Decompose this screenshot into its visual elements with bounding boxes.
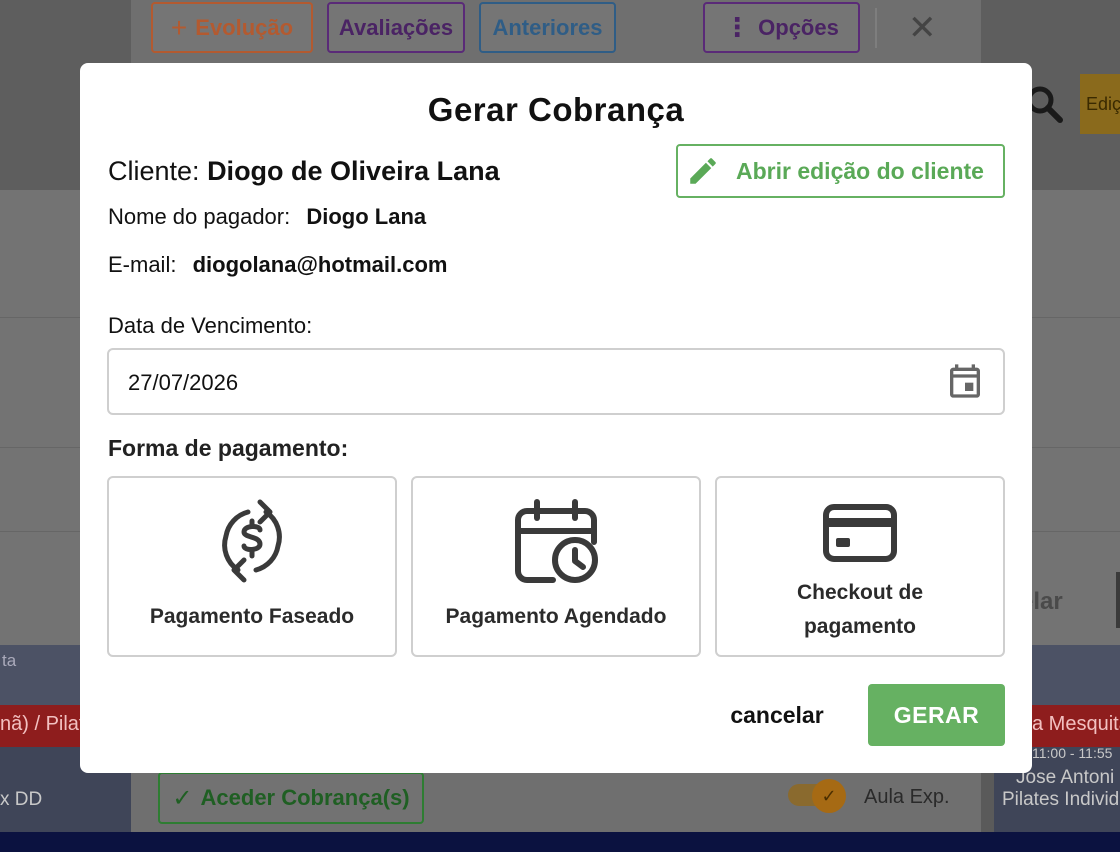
background-footer [0, 832, 1120, 852]
gerar-button[interactable]: GERAR [868, 684, 1005, 746]
background-schedule-event: a Mesquita [1032, 705, 1120, 747]
edicao-button: Ediç [1080, 74, 1120, 134]
due-date-value: 27/07/2026 [128, 370, 239, 395]
cancel-button[interactable]: cancelar [714, 697, 840, 733]
client-label: Cliente: [108, 156, 200, 186]
payment-method-label: Forma de pagamento: [108, 435, 349, 461]
anteriores-button: Anteriores [479, 2, 616, 53]
due-date-input[interactable]: 27/07/2026 [107, 348, 1005, 415]
check-icon: ✓ [812, 779, 846, 813]
avaliacoes-button: Avaliações [327, 2, 465, 53]
cell-name: Jose Antoni [1016, 767, 1115, 788]
payment-option-label-line1: Checkout de [796, 581, 924, 604]
gerar-cobranca-dialog: Gerar Cobrança Cliente: Diogo de Oliveir… [80, 63, 1032, 773]
cell-text: x DD [0, 789, 43, 810]
anteriores-label: Anteriores [492, 14, 603, 40]
payment-option-label: Pagamento Agendado [445, 605, 667, 628]
payer-label: Nome do pagador: [108, 204, 291, 229]
opcoes-button: ⋮ Opções [703, 2, 860, 53]
more-vertical-icon: ⋮ [724, 12, 751, 42]
opcoes-label: Opções [758, 14, 839, 40]
dollar-refresh-icon [222, 499, 282, 583]
open-client-edit-button[interactable]: Abrir edição do cliente [676, 144, 1005, 198]
pencil-icon [690, 158, 716, 184]
payment-option-label: Pagamento Faseado [149, 605, 355, 628]
evolucao-label: Evolução [195, 14, 294, 40]
aceder-label: Aceder Cobrança(s) [200, 785, 410, 810]
client-row: Cliente: Diogo de Oliveira Lana [108, 156, 500, 187]
email-value: diogolana@hotmail.com [192, 252, 448, 277]
dialog-title: Gerar Cobrança [427, 91, 685, 128]
background-edge [1116, 572, 1120, 628]
toolbar-separator [875, 8, 877, 48]
aceder-cobrancas-button: ✓ Aceder Cobrança(s) [158, 772, 424, 824]
payment-option-faseado[interactable]: Pagamento Faseado [107, 476, 397, 657]
avaliacoes-label: Avaliações [338, 14, 454, 40]
credit-card-icon [823, 504, 897, 562]
payment-option-label-line2: pagamento [803, 615, 916, 638]
payer-name: Diogo Lana [306, 204, 427, 229]
cell-time: 11:00 - 11:55 [1032, 747, 1113, 761]
aula-exp-label: Aula Exp. [864, 786, 950, 808]
calendar-clock-icon [515, 499, 598, 583]
event-text: a Mesquita [1032, 713, 1120, 735]
close-icon: ✕ [908, 9, 937, 47]
email-row: E-mail: diogolana@hotmail.com [108, 252, 448, 278]
payment-option-label: Checkout de pagamento [717, 576, 1003, 644]
payment-option-agendado[interactable]: Pagamento Agendado [411, 476, 701, 657]
payment-option-checkout[interactable]: Checkout de pagamento [715, 476, 1005, 657]
payer-row: Nome do pagador: Diogo Lana [108, 204, 426, 230]
calendar-icon[interactable] [945, 361, 985, 401]
cell-class: Pilates Individ [1002, 789, 1120, 810]
client-name: Diogo de Oliveira Lana [207, 156, 500, 186]
open-client-edit-label: Abrir edição do cliente [736, 157, 984, 184]
evolucao-button: + Evolução [151, 2, 313, 53]
check-icon: ✓ [172, 784, 193, 812]
due-date-label: Data de Vencimento: [108, 313, 313, 338]
email-label: E-mail: [108, 252, 177, 277]
strip-text: ta [2, 651, 17, 670]
plus-icon: + [170, 11, 188, 43]
